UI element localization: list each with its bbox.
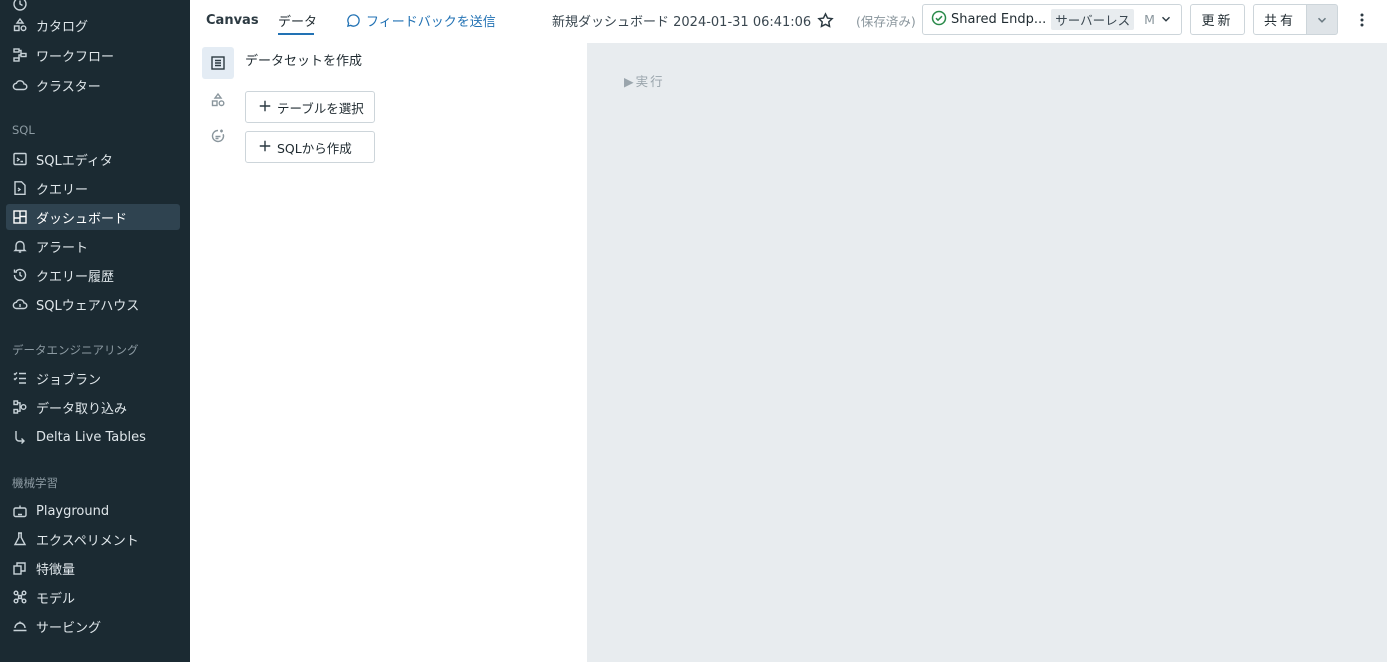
- section-label-machine-learning: 機械学習: [12, 476, 58, 490]
- ingestion-icon: [12, 399, 28, 415]
- sidebar-item-alerts[interactable]: アラート: [6, 233, 180, 259]
- sidebar-item-label: ジョブラン: [36, 372, 102, 388]
- list-check-icon: [12, 370, 28, 386]
- sidebar-item-sql-editor[interactable]: SQLエディタ: [6, 146, 180, 172]
- active-tab-indicator: [278, 33, 314, 35]
- serverless-badge: サーバーレス: [1051, 9, 1135, 30]
- sidebar-item-dashboards[interactable]: ダッシュボード: [6, 204, 180, 230]
- cloud-icon: [12, 77, 28, 93]
- robot-icon: [12, 503, 28, 519]
- plus-icon: [258, 139, 277, 156]
- sidebar-item-label: Delta Live Tables: [36, 429, 146, 445]
- sidebar-item-features[interactable]: 特徴量: [6, 555, 180, 581]
- star-icon: [817, 11, 834, 28]
- sidebar-item-label: クエリー: [36, 182, 89, 198]
- sidebar-item-label: ダッシュボード: [36, 211, 128, 227]
- sidebar-item-serving[interactable]: サービング: [6, 613, 180, 639]
- dashboard-title[interactable]: 新規ダッシュボード 2024-01-31 06:41:06: [552, 0, 811, 40]
- sidebar-item-sql-warehouses[interactable]: SQLウェアハウス: [6, 291, 180, 317]
- sidebar-item-label: クエリー履歴: [36, 269, 115, 285]
- dashboard-icon: [12, 209, 28, 225]
- sidebar-item-label: アラート: [36, 240, 89, 256]
- plus-icon: [258, 99, 277, 116]
- pipeline-icon: [12, 429, 28, 445]
- sidebar-item-data-ingestion[interactable]: データ取り込み: [6, 394, 180, 420]
- rail-assistant-button[interactable]: [202, 120, 234, 152]
- warehouse-size: M: [1144, 12, 1155, 27]
- sidebar-item-label: クラスター: [36, 79, 101, 95]
- clock-icon: [12, 0, 28, 12]
- kebab-menu-icon: [1360, 13, 1364, 27]
- select-table-label: テーブルを選択: [277, 100, 364, 116]
- rail-datasets-button[interactable]: [202, 47, 234, 79]
- sidebar-item-label: 特徴量: [36, 562, 76, 578]
- bell-icon: [12, 238, 28, 254]
- select-table-button[interactable]: テーブルを選択: [245, 91, 375, 123]
- refresh-button[interactable]: 更新: [1190, 4, 1245, 35]
- section-label-data-engineering: データエンジニアリング: [12, 343, 139, 357]
- query-editor-area[interactable]: ▶実行: [587, 43, 1387, 662]
- tab-canvas[interactable]: Canvas: [206, 0, 259, 40]
- create-from-sql-label: SQLから作成: [277, 140, 352, 156]
- sidebar-item-workflows[interactable]: ワークフロー: [6, 42, 180, 68]
- more-options-button[interactable]: [1352, 8, 1372, 32]
- sidebar-item-label: データ取り込み: [36, 401, 128, 417]
- table-list-icon: [211, 56, 225, 70]
- rail-catalog-button[interactable]: [202, 84, 234, 116]
- sidebar-item-label: ワークフロー: [36, 49, 115, 65]
- assistant-icon: [211, 129, 225, 143]
- query-icon: [12, 180, 28, 196]
- sidebar-item-queries[interactable]: クエリー: [6, 175, 180, 201]
- chevron-down-icon: [1317, 17, 1327, 23]
- serving-icon: [12, 618, 28, 634]
- flask-icon: [12, 531, 28, 547]
- catalog-icon: [211, 92, 225, 107]
- sidebar-item-job-runs[interactable]: ジョブラン: [6, 365, 180, 391]
- share-options-button[interactable]: [1306, 4, 1338, 35]
- chat-bubble-icon: [346, 13, 360, 27]
- run-button[interactable]: ▶実行: [624, 71, 665, 90]
- check-circle-icon: [931, 10, 947, 30]
- warehouse-name: Shared Endp...: [951, 12, 1047, 27]
- sidebar-item-label: SQLウェアハウス: [36, 298, 140, 314]
- catalog-icon: [12, 17, 28, 33]
- history-icon: [12, 267, 28, 283]
- feature-store-icon: [12, 560, 28, 576]
- share-button[interactable]: 共有: [1253, 4, 1307, 35]
- sidebar-item-catalog[interactable]: カタログ: [6, 12, 180, 38]
- model-icon: [12, 589, 28, 605]
- chevron-down-icon: [1159, 12, 1173, 30]
- sidebar-item-query-history[interactable]: クエリー履歴: [6, 262, 180, 288]
- workflow-icon: [12, 47, 28, 63]
- sidebar-item-label: サービング: [36, 620, 102, 636]
- warehouse-icon: [12, 296, 28, 312]
- sidebar: カタログ ワークフロー クラスター SQL SQLエディタ クエリー ダッシュボ…: [0, 0, 190, 662]
- saved-status: (保存済み): [856, 13, 916, 29]
- sidebar-item-label: エクスペリメント: [36, 533, 139, 549]
- sidebar-item-label: Playground: [36, 503, 110, 519]
- favorite-button[interactable]: [817, 0, 834, 40]
- feedback-label: フィードバックを送信: [366, 14, 496, 30]
- header: Canvas データ フィードバックを送信 新規ダッシュボード 2024-01-…: [190, 0, 1387, 40]
- create-from-sql-button[interactable]: SQLから作成: [245, 131, 375, 163]
- sidebar-item-playground[interactable]: Playground: [6, 498, 180, 524]
- sql-editor-icon: [12, 151, 28, 167]
- sidebar-item-delta-live-tables[interactable]: Delta Live Tables: [6, 424, 180, 450]
- sidebar-item-label: モデル: [36, 591, 76, 607]
- sidebar-item-experiments[interactable]: エクスペリメント: [6, 526, 180, 552]
- warehouse-selector[interactable]: Shared Endp... サーバーレス M: [922, 4, 1182, 35]
- create-dataset-title: データセットを作成: [245, 54, 363, 69]
- sidebar-item-label: カタログ: [36, 19, 89, 35]
- sidebar-item-label: SQLエディタ: [36, 153, 113, 169]
- section-label-sql: SQL: [12, 123, 35, 137]
- sidebar-item-clusters[interactable]: クラスター: [6, 72, 180, 98]
- feedback-link[interactable]: フィードバックを送信: [346, 0, 496, 40]
- sidebar-item-models[interactable]: モデル: [6, 584, 180, 610]
